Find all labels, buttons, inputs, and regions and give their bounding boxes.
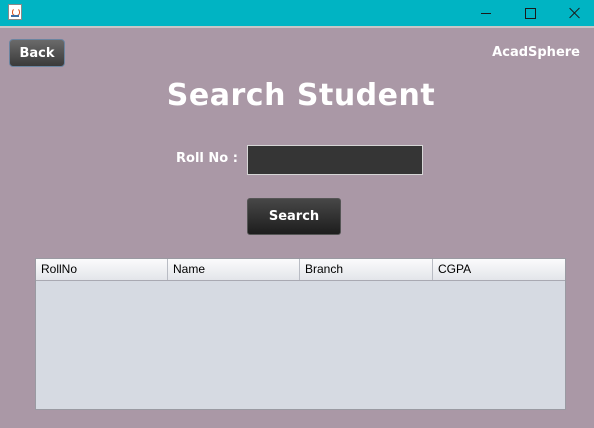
minimize-button[interactable] bbox=[463, 0, 509, 26]
page-title: Search Student bbox=[166, 78, 436, 113]
roll-no-label: Roll No : bbox=[176, 151, 238, 166]
maximize-icon bbox=[524, 7, 536, 19]
search-button[interactable]: Search bbox=[247, 198, 341, 235]
app-window: Back AcadSphere Search Student Roll No :… bbox=[0, 0, 594, 428]
table-body[interactable] bbox=[36, 281, 565, 410]
back-button[interactable]: Back bbox=[9, 39, 65, 67]
close-button[interactable] bbox=[552, 0, 594, 26]
close-icon bbox=[569, 7, 581, 19]
column-header-branch[interactable]: Branch bbox=[300, 259, 433, 280]
column-header-cgpa[interactable]: CGPA bbox=[433, 259, 565, 280]
brand-label: AcadSphere bbox=[492, 45, 580, 60]
column-header-rollno[interactable]: RollNo bbox=[36, 259, 168, 280]
column-header-name[interactable]: Name bbox=[168, 259, 300, 280]
minimize-icon bbox=[481, 12, 491, 14]
java-app-icon[interactable] bbox=[8, 4, 22, 20]
table-header: RollNo Name Branch CGPA bbox=[36, 259, 565, 281]
roll-no-input[interactable] bbox=[247, 145, 423, 175]
results-table: RollNo Name Branch CGPA bbox=[35, 258, 566, 410]
maximize-button[interactable] bbox=[507, 0, 553, 26]
title-bar bbox=[0, 0, 594, 28]
